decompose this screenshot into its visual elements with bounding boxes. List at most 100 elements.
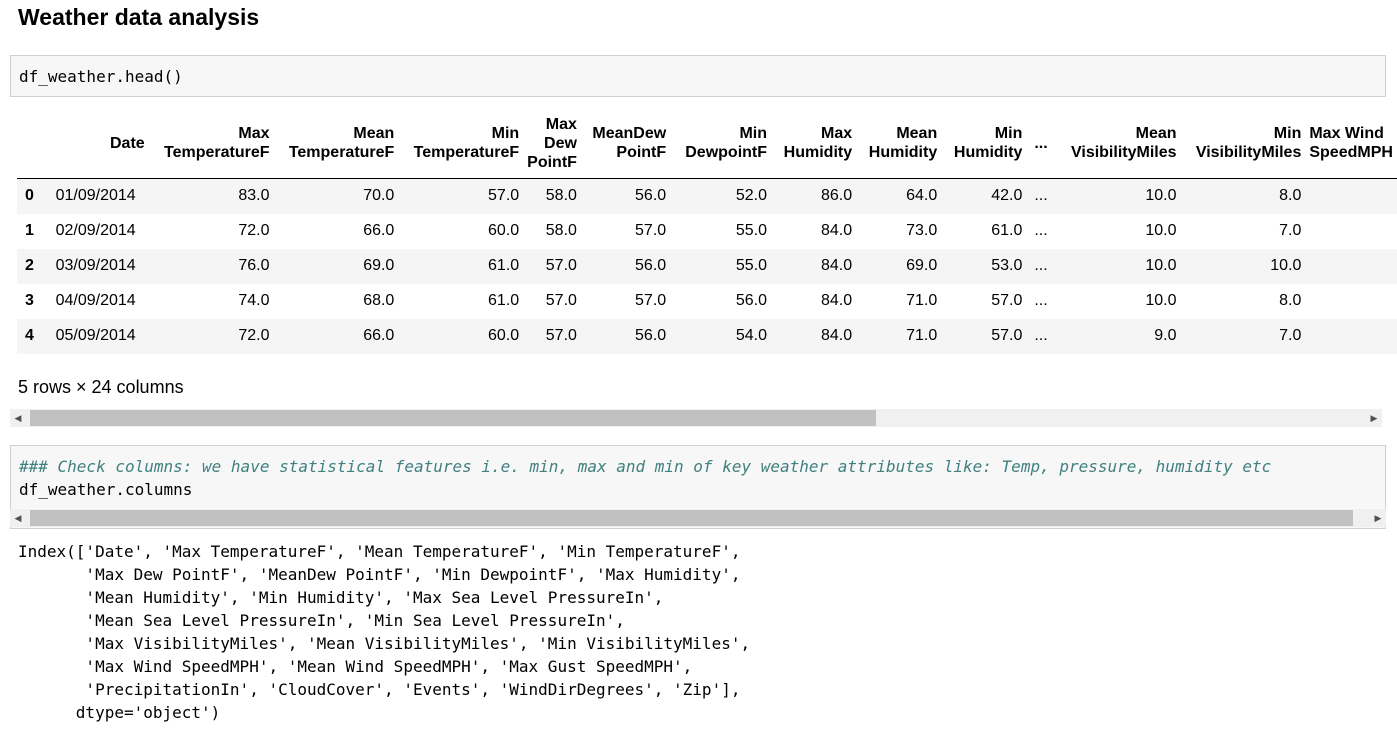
table-cell: 66.0 [363,222,395,239]
cell-output: Index(['Date', 'Max TemperatureF', 'Mean… [18,540,750,724]
column-header: Max Wind SpeedMPH [1305,108,1397,179]
table-row: 4 05/09/2014 72.0 66.0 60.0 57.0 56.0 54.0 84.0 7… [17,318,1397,354]
table-cell: 57.0 [991,327,1023,344]
scrollbar-thumb[interactable] [30,410,876,426]
output-line: 'PrecipitationIn', 'CloudCover', 'Events… [18,680,741,699]
table-cell: 53.0 [991,257,1023,274]
table-cell: 69.0 [906,257,938,274]
code-line: df_weather.columns [19,480,193,499]
table-cell: 8.0 [1279,292,1302,309]
code-cell-scrollbar[interactable]: ◀ ▶ [10,509,1386,527]
table-body: 0 01/09/2014 83.0 70.0 57.0 58.0 56.0 52.0 86.0 6… [17,178,1397,354]
table-cell: 55.0 [735,257,768,274]
table-cell [1305,214,1397,249]
table-cell: 72.0 [238,222,270,239]
table-header-row: Date Max TemperatureF Mean TemperatureF … [17,108,1397,179]
table-cell: 84.0 [820,222,853,239]
table-row: 2 03/09/2014 76.0 69.0 61.0 57.0 56.0 55.0 84.0 6… [17,248,1397,284]
table-cell [1305,179,1397,214]
table-cell: 56.0 [635,187,667,205]
row-index: 2 [25,257,34,274]
table-cell: 57.0 [545,257,577,274]
table-cell: 58.0 [545,222,577,239]
section-heading: Weather data analysis [18,4,260,30]
column-header: Mean Humidity [856,108,942,179]
table-cell: 57.0 [488,187,520,205]
table-cell: ... [1034,327,1048,344]
table-cell: 01/09/2014 [55,187,136,205]
table-cell: 60.0 [488,327,520,344]
row-index: 4 [25,327,34,344]
table-cell: 61.0 [488,292,520,309]
table-cell: 64.0 [906,187,938,205]
output-line: 'Max Wind SpeedMPH', 'Mean Wind SpeedMPH… [18,657,693,676]
table-cell: 54.0 [735,327,768,344]
scroll-right-icon[interactable]: ▶ [1366,409,1382,427]
scrollbar-thumb[interactable] [30,510,1353,526]
column-header: Max Humidity [771,108,857,179]
row-index: 3 [25,292,34,309]
column-header: Mean TemperatureF [273,108,399,179]
table-cell: 10.0 [1145,187,1177,205]
scroll-left-icon[interactable]: ◀ [10,409,26,427]
table-cell: 57.0 [991,292,1023,309]
table-cell: 76.0 [238,257,270,274]
table-cell: 55.0 [735,222,768,239]
table-cell: 52.0 [735,187,768,205]
column-header: Min VisibilityMiles [1180,108,1306,179]
scroll-right-icon[interactable]: ▶ [1370,509,1386,527]
table-cell: 57.0 [635,222,667,239]
table-cell: 68.0 [363,292,395,309]
table-cell: 7.0 [1279,222,1302,239]
table-cell: 10.0 [1270,257,1302,274]
table-cell: 60.0 [488,222,520,239]
dataframe-output: Date Max TemperatureF Mean TemperatureF … [17,108,1397,354]
output-line: dtype='object') [18,703,221,722]
table-cell: ... [1034,222,1048,239]
table-cell: 84.0 [820,292,853,309]
code-input[interactable]: df_weather.head() [19,65,1385,88]
table-cell: 73.0 [906,222,938,239]
row-index: 1 [25,222,34,239]
code-cell-head[interactable]: df_weather.head() [10,55,1386,97]
output-line: 'Mean Humidity', 'Min Humidity', 'Max Se… [18,588,664,607]
table-cell: 70.0 [363,187,395,205]
table-cell: 74.0 [238,292,270,309]
column-header: Max Dew PointF [523,108,581,179]
output-line: 'Max VisibilityMiles', 'Mean VisibilityM… [18,634,751,653]
code-input[interactable]: ### Check columns: we have statistical f… [19,455,1385,501]
table-cell: 57.0 [545,327,577,344]
column-header: Min TemperatureF [398,108,524,179]
table-cell: 7.0 [1279,327,1302,344]
table-cell: 72.0 [238,327,270,344]
horizontal-scrollbar[interactable]: ◀ ▶ [10,409,1382,427]
table-cell: 05/09/2014 [55,327,136,344]
table-cell: 42.0 [991,187,1023,205]
table-cell: 86.0 [820,187,853,205]
dataframe-table: Date Max TemperatureF Mean TemperatureF … [17,108,1397,354]
table-cell: 66.0 [363,327,395,344]
table-cell [1305,319,1397,354]
table-cell: 56.0 [635,257,667,274]
table-cell: 61.0 [488,257,520,274]
row-index: 0 [25,187,34,205]
table-cell: 10.0 [1145,257,1177,274]
table-cell: 03/09/2014 [55,257,136,274]
table-cell: 84.0 [820,257,853,274]
table-cell: 10.0 [1145,222,1177,239]
output-line: 'Max Dew PointF', 'MeanDew PointF', 'Min… [18,565,741,584]
table-cell: 71.0 [906,327,938,344]
column-header: Max TemperatureF [148,108,274,179]
table-cell: 61.0 [991,222,1023,239]
column-header: Date [51,108,149,179]
column-header: Min Humidity [941,108,1027,179]
table-cell: ... [1034,187,1048,205]
table-cell: 02/09/2014 [55,222,136,239]
table-cell: 04/09/2014 [55,292,136,309]
table-cell: 9.0 [1154,327,1177,344]
table-cell: 8.0 [1279,187,1302,205]
table-cell: 56.0 [735,292,768,309]
scroll-left-icon[interactable]: ◀ [10,509,26,527]
table-cell: 10.0 [1145,292,1177,309]
table-row: 1 02/09/2014 72.0 66.0 60.0 58.0 57.0 55.0 84.0 7… [17,214,1397,249]
